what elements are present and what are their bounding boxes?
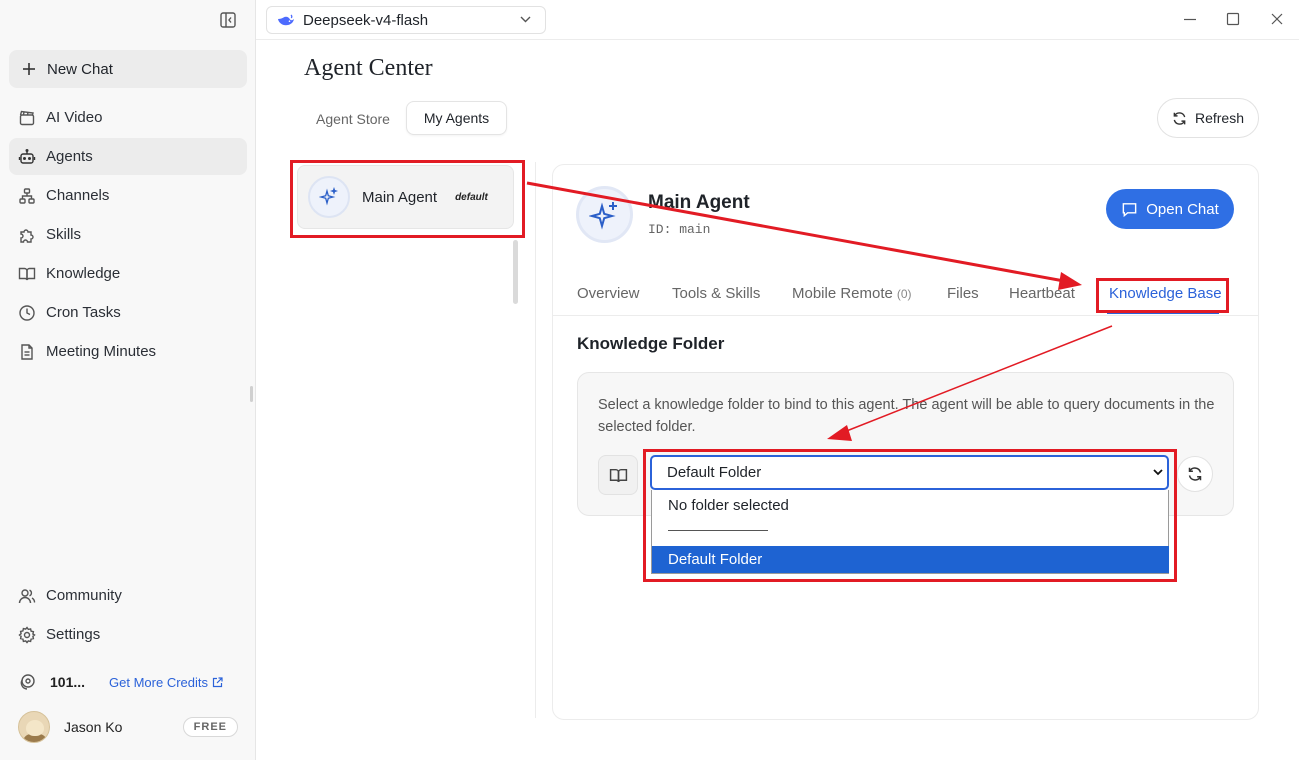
annotation-arrows	[526, 181, 1113, 441]
